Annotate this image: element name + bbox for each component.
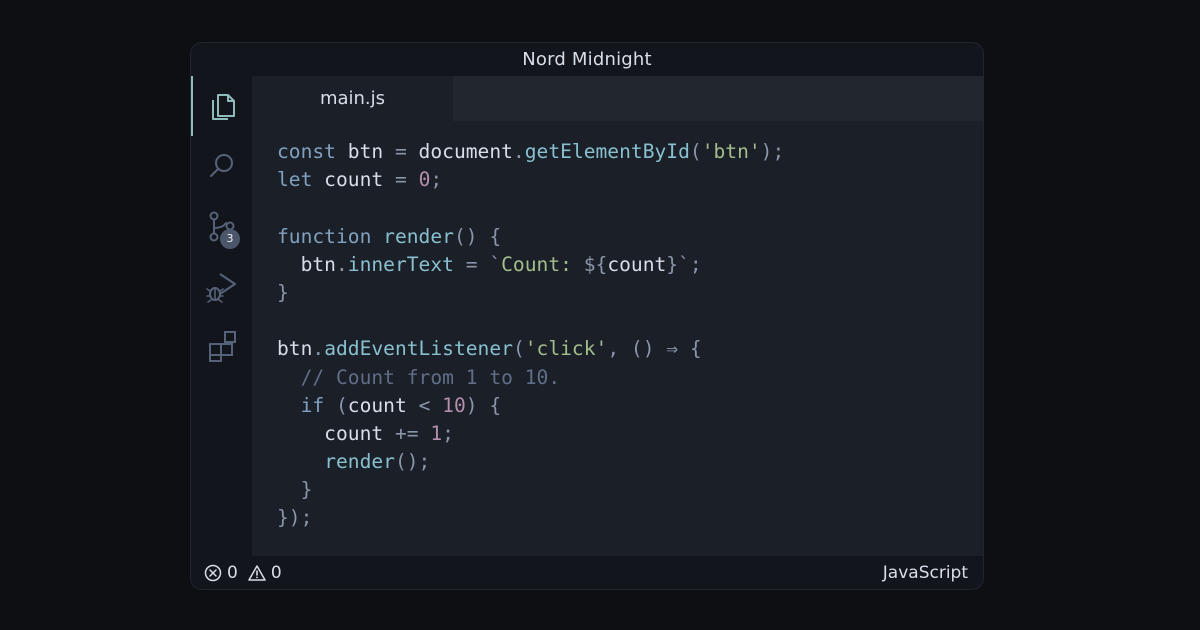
- code-token: count: [607, 252, 667, 276]
- editor-window: Nord Midnight 3 main.js const btn = docu…: [190, 42, 984, 590]
- run-debug-icon: [205, 273, 236, 303]
- code-token: ;: [430, 168, 443, 192]
- code-line: render();: [277, 448, 784, 476]
- code-token: document: [406, 140, 513, 163]
- code-token: ();: [394, 450, 431, 474]
- extensions-activity-button[interactable]: [191, 316, 252, 376]
- code-token: 1: [430, 421, 443, 445]
- code-token: btn: [277, 337, 313, 361]
- problems-status[interactable]: 0 0: [204, 556, 282, 589]
- warning-icon: [248, 564, 266, 581]
- code-editor[interactable]: main.js const btn = document.getElementB…: [252, 76, 983, 558]
- code-token: const: [277, 140, 336, 163]
- code-token: btn: [335, 140, 395, 163]
- code-token: render: [324, 450, 395, 474]
- code-token: }: [277, 280, 289, 304]
- code-token: }: [277, 478, 313, 502]
- run-debug-activity-button[interactable]: [191, 256, 252, 316]
- code-token: <: [418, 393, 431, 417]
- warning-count: 0: [270, 562, 282, 583]
- search-activity-button[interactable]: [191, 136, 252, 196]
- window-title: Nord Midnight: [522, 49, 652, 70]
- activity-bar: 3: [191, 76, 252, 558]
- code-line: btn.addEventListener('click', () ⇒ {: [277, 335, 784, 363]
- code-token: count: [347, 393, 419, 417]
- code-token: 10: [442, 393, 466, 417]
- code-token: render: [383, 224, 454, 248]
- language-mode[interactable]: JavaScript: [883, 556, 968, 589]
- code-token: () {: [453, 224, 502, 248]
- code-line: }: [277, 279, 784, 307]
- explorer-activity-button[interactable]: [191, 76, 252, 136]
- code-token: });: [277, 506, 313, 530]
- tab-main-js[interactable]: main.js: [252, 76, 453, 121]
- code-token: count: [277, 421, 395, 445]
- code-token: let: [277, 168, 313, 192]
- code-token: , () ⇒ {: [607, 337, 702, 361]
- code-token: }`;: [666, 252, 702, 276]
- code-token: ${: [583, 252, 608, 276]
- code-token: +=: [394, 421, 419, 445]
- files-icon: [211, 94, 235, 120]
- code-token: .: [512, 140, 525, 163]
- code-line: }: [277, 476, 784, 504]
- code-token: (: [689, 140, 702, 163]
- code-line: let count = 0;: [277, 166, 784, 194]
- status-bar: 0 0 JavaScript: [191, 556, 983, 589]
- code-token: count: [312, 168, 395, 192]
- code-token: getElementById: [524, 140, 690, 163]
- code-token: function: [277, 224, 372, 248]
- code-token: (: [335, 393, 348, 417]
- code-token: 'btn': [701, 140, 761, 163]
- code-token: if: [300, 393, 325, 417]
- source-control-count-badge: 3: [220, 229, 240, 249]
- code-line: });: [277, 504, 784, 532]
- code-token: );: [760, 140, 785, 163]
- code-line: // Count from 1 to 10.: [277, 364, 784, 392]
- extensions-icon: [208, 331, 236, 362]
- source-control-activity-button[interactable]: 3: [191, 196, 252, 256]
- code-line: if (count < 10) {: [277, 392, 784, 420]
- code-line: btn.innerText = `Count: ${count}`;: [277, 251, 784, 279]
- code-token: =: [394, 140, 407, 163]
- search-icon: [209, 154, 233, 177]
- code-token: // Count from 1 to 10.: [277, 365, 561, 389]
- code-token: 'click': [524, 337, 608, 361]
- code-line: function render() {: [277, 223, 784, 251]
- code-line: const btn = document.getElementById('btn…: [277, 138, 784, 166]
- error-icon: [204, 564, 222, 581]
- code-token: (: [512, 337, 525, 361]
- code-token: =: [394, 168, 407, 192]
- code-token: Count:: [501, 252, 584, 276]
- code-token: addEventListener: [324, 337, 513, 361]
- code-token: innerText: [347, 252, 454, 276]
- code-token: `: [489, 252, 502, 276]
- code-content[interactable]: const btn = document.getElementById('btn…: [277, 138, 784, 533]
- code-token: .: [335, 252, 348, 276]
- editor-tabs: main.js: [252, 76, 983, 121]
- code-token: =: [465, 252, 478, 276]
- code-token: 0: [418, 168, 431, 192]
- code-line: count += 1;: [277, 420, 784, 448]
- code-token: ) {: [465, 393, 502, 417]
- code-token: ;: [442, 421, 454, 445]
- code-token: .: [312, 337, 325, 361]
- code-token: btn: [277, 252, 336, 276]
- error-count: 0: [227, 562, 238, 583]
